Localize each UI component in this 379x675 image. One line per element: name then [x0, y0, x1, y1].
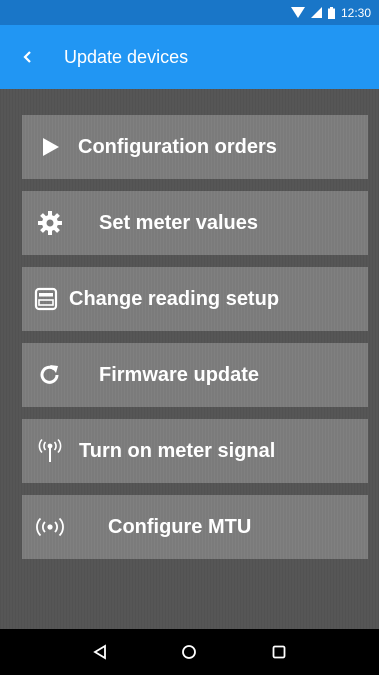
signal-icon [310, 7, 322, 18]
turn-on-meter-signal-label: Turn on meter signal [79, 439, 276, 462]
battery-icon [327, 6, 335, 19]
page-title: Update devices [64, 46, 189, 67]
recents-square-icon [272, 645, 286, 659]
configuration-orders-button[interactable]: Configuration orders [22, 115, 368, 179]
navigation-bar [0, 629, 379, 675]
change-reading-setup-label: Change reading setup [69, 287, 280, 310]
chevron-left-icon [23, 51, 31, 63]
nav-back-button[interactable] [85, 637, 115, 667]
nav-home-button[interactable] [174, 637, 204, 667]
content-area: Configuration orders Set meter values Ch… [0, 89, 379, 629]
status-bar: 12:30 [0, 0, 379, 25]
wifi-icon [290, 7, 305, 18]
play-icon [36, 133, 64, 161]
status-time: 12:30 [340, 5, 371, 20]
back-triangle-icon [93, 644, 106, 660]
set-meter-values-button[interactable]: Set meter values [22, 191, 368, 255]
back-button[interactable] [0, 25, 56, 89]
configuration-orders-label: Configuration orders [78, 135, 277, 158]
refresh-icon [36, 361, 64, 389]
meter-display-icon [32, 285, 60, 313]
antenna-icon [36, 437, 64, 465]
configure-mtu-button[interactable]: Configure MTU [22, 495, 368, 559]
gear-icon [36, 209, 64, 237]
set-meter-values-label: Set meter values [99, 211, 258, 234]
home-circle-icon [182, 645, 197, 659]
turn-on-meter-signal-button[interactable]: Turn on meter signal [22, 419, 368, 483]
broadcast-icon [34, 513, 66, 541]
app-bar: Update devices [0, 25, 379, 89]
firmware-update-button[interactable]: Firmware update [22, 343, 368, 407]
change-reading-setup-button[interactable]: Change reading setup [22, 267, 368, 331]
configure-mtu-label: Configure MTU [108, 515, 252, 538]
firmware-update-label: Firmware update [99, 363, 260, 386]
nav-recents-button[interactable] [264, 637, 294, 667]
